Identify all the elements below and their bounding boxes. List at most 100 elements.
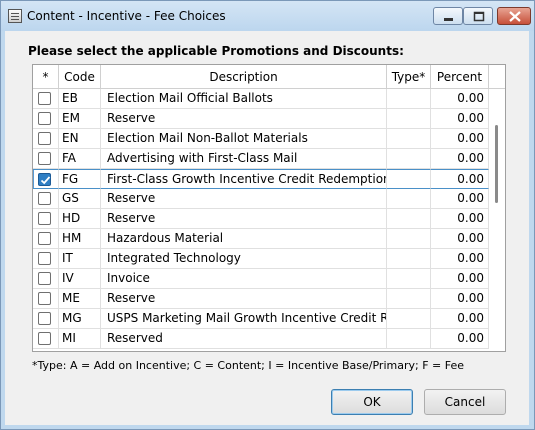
- row-type[interactable]: [387, 129, 431, 149]
- row-description[interactable]: Hazardous Material: [101, 229, 387, 249]
- title-bar[interactable]: Content - Incentive - Fee Choices: [1, 1, 534, 31]
- row-description[interactable]: Reserve: [101, 109, 387, 129]
- row-description[interactable]: Reserve: [101, 289, 387, 309]
- column-header-percent[interactable]: Percent: [431, 65, 489, 89]
- row-code[interactable]: GS: [59, 189, 101, 209]
- row-code[interactable]: MG: [59, 309, 101, 329]
- row-percent[interactable]: 0.00: [431, 89, 489, 109]
- scrollbar-thumb[interactable]: [495, 125, 498, 203]
- cancel-button[interactable]: Cancel: [424, 389, 506, 415]
- minimize-button[interactable]: [433, 7, 463, 25]
- row-type[interactable]: [387, 289, 431, 309]
- app-icon: [8, 9, 22, 23]
- row-type[interactable]: [387, 189, 431, 209]
- row-code[interactable]: HD: [59, 209, 101, 229]
- table-row[interactable]: FG First-Class Growth Incentive Credit Re…: [33, 169, 489, 189]
- column-header-check[interactable]: *: [33, 65, 59, 89]
- table-row[interactable]: HM Hazardous Material 0.00: [33, 229, 489, 249]
- close-button[interactable]: [497, 7, 531, 25]
- column-header-type[interactable]: Type*: [387, 65, 431, 89]
- row-checkbox[interactable]: [38, 152, 51, 165]
- row-code[interactable]: HM: [59, 229, 101, 249]
- row-checkbox[interactable]: [38, 132, 51, 145]
- row-percent[interactable]: 0.00: [431, 129, 489, 149]
- column-header-code[interactable]: Code: [59, 65, 101, 89]
- row-code[interactable]: FG: [59, 169, 101, 189]
- column-header-description[interactable]: Description: [101, 65, 387, 89]
- row-description[interactable]: Election Mail Official Ballots: [101, 89, 387, 109]
- choices-grid[interactable]: * Code Description Type* Percent EB Elect…: [32, 64, 506, 352]
- row-type[interactable]: [387, 149, 431, 169]
- row-checkbox[interactable]: [38, 312, 51, 325]
- table-row[interactable]: EB Election Mail Official Ballots 0.00: [33, 89, 489, 109]
- row-type[interactable]: [387, 249, 431, 269]
- row-code[interactable]: EN: [59, 129, 101, 149]
- row-code[interactable]: FA: [59, 149, 101, 169]
- row-checkbox[interactable]: [38, 272, 51, 285]
- row-percent[interactable]: 0.00: [431, 189, 489, 209]
- instruction-label: Please select the applicable Promotions …: [28, 44, 404, 58]
- row-type[interactable]: [387, 269, 431, 289]
- row-percent[interactable]: 0.00: [431, 169, 489, 189]
- table-row[interactable]: EM Reserve 0.00: [33, 109, 489, 129]
- row-description[interactable]: Advertising with First-Class Mail: [101, 149, 387, 169]
- row-type[interactable]: [387, 89, 431, 109]
- row-checkbox-cell: [33, 129, 59, 149]
- row-checkbox-cell: [33, 309, 59, 329]
- row-checkbox-cell: [33, 189, 59, 209]
- row-type[interactable]: [387, 169, 431, 189]
- table-row[interactable]: MG USPS Marketing Mail Growth Incentive C…: [33, 309, 489, 329]
- row-percent[interactable]: 0.00: [431, 329, 489, 349]
- row-description[interactable]: USPS Marketing Mail Growth Incentive Cre…: [101, 309, 387, 329]
- row-percent[interactable]: 0.00: [431, 229, 489, 249]
- row-description[interactable]: First-Class Growth Incentive Credit Rede…: [101, 169, 387, 189]
- row-description[interactable]: Invoice: [101, 269, 387, 289]
- row-code[interactable]: IT: [59, 249, 101, 269]
- row-checkbox[interactable]: [38, 252, 51, 265]
- table-row[interactable]: IT Integrated Technology 0.00: [33, 249, 489, 269]
- row-code[interactable]: EM: [59, 109, 101, 129]
- row-code[interactable]: IV: [59, 269, 101, 289]
- row-checkbox[interactable]: [38, 212, 51, 225]
- row-type[interactable]: [387, 109, 431, 129]
- row-checkbox[interactable]: [38, 332, 51, 345]
- row-code[interactable]: MI: [59, 329, 101, 349]
- row-percent[interactable]: 0.00: [431, 289, 489, 309]
- row-code[interactable]: EB: [59, 89, 101, 109]
- row-percent[interactable]: 0.00: [431, 109, 489, 129]
- row-type[interactable]: [387, 329, 431, 349]
- row-checkbox-cell: [33, 169, 59, 189]
- row-percent[interactable]: 0.00: [431, 149, 489, 169]
- row-description[interactable]: Reserve: [101, 189, 387, 209]
- table-row[interactable]: GS Reserve 0.00: [33, 189, 489, 209]
- row-checkbox[interactable]: [38, 112, 51, 125]
- row-description[interactable]: Reserve: [101, 209, 387, 229]
- row-percent[interactable]: 0.00: [431, 249, 489, 269]
- row-checkbox[interactable]: [38, 92, 51, 105]
- row-checkbox[interactable]: [38, 173, 51, 186]
- type-legend: *Type: A = Add on Incentive; C = Content…: [32, 359, 464, 372]
- ok-button[interactable]: OK: [331, 389, 413, 415]
- row-description[interactable]: Reserved: [101, 329, 387, 349]
- vertical-scrollbar[interactable]: [489, 89, 505, 351]
- row-code[interactable]: ME: [59, 289, 101, 309]
- row-type[interactable]: [387, 229, 431, 249]
- maximize-button[interactable]: [463, 7, 493, 25]
- row-type[interactable]: [387, 309, 431, 329]
- table-row[interactable]: IV Invoice 0.00: [33, 269, 489, 289]
- table-row[interactable]: MI Reserved 0.00: [33, 329, 489, 349]
- table-row[interactable]: FA Advertising with First-Class Mail 0.00: [33, 149, 489, 169]
- row-checkbox[interactable]: [38, 232, 51, 245]
- row-checkbox-cell: [33, 149, 59, 169]
- table-row[interactable]: EN Election Mail Non-Ballot Materials 0.00: [33, 129, 489, 149]
- table-row[interactable]: HD Reserve 0.00: [33, 209, 489, 229]
- table-row[interactable]: ME Reserve 0.00: [33, 289, 489, 309]
- row-percent[interactable]: 0.00: [431, 209, 489, 229]
- row-description[interactable]: Election Mail Non-Ballot Materials: [101, 129, 387, 149]
- row-type[interactable]: [387, 209, 431, 229]
- row-description[interactable]: Integrated Technology: [101, 249, 387, 269]
- row-percent[interactable]: 0.00: [431, 309, 489, 329]
- row-checkbox[interactable]: [38, 292, 51, 305]
- row-percent[interactable]: 0.00: [431, 269, 489, 289]
- row-checkbox[interactable]: [38, 192, 51, 205]
